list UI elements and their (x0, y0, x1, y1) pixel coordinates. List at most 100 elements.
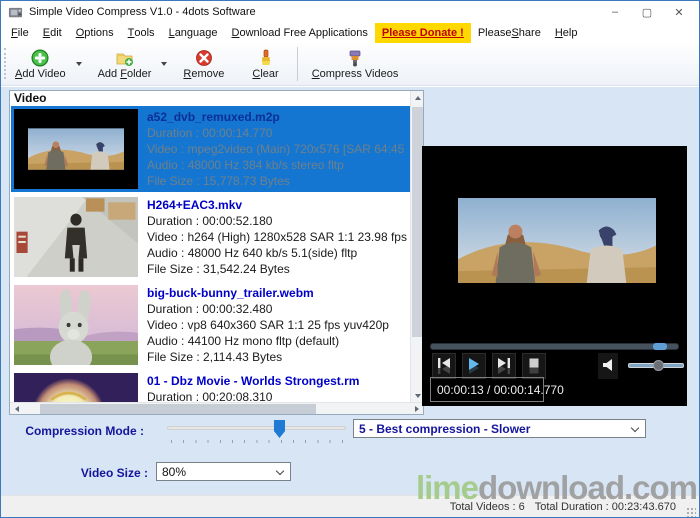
chevron-down-icon (631, 424, 639, 432)
toolbar-grip[interactable] (4, 48, 6, 79)
next-button[interactable] (492, 353, 516, 379)
arrow-down-icon (415, 394, 421, 398)
chevron-down-icon (76, 62, 82, 66)
add-folder-dropdown[interactable] (159, 49, 169, 79)
video-player: 00:00:13 / 00:00:14.770 (422, 146, 687, 406)
slider-tick-marks (171, 440, 343, 443)
main-area: Video a52_dvb_remuxed.m2p Duration : 00:… (1, 87, 699, 495)
chevron-down-icon (161, 62, 167, 66)
previous-button[interactable] (432, 353, 456, 379)
menu-please-share[interactable]: Please Share (471, 23, 548, 43)
menu-file[interactable]: File (4, 23, 36, 43)
compression-slider-thumb[interactable] (274, 420, 285, 438)
video-duration: Duration : 00:00:32.480 (147, 301, 389, 317)
horizontal-scrollbar[interactable] (10, 402, 423, 414)
seek-bar[interactable] (430, 343, 679, 350)
chevron-down-icon (276, 467, 284, 475)
add-folder-button[interactable]: Add Folder (92, 47, 158, 82)
arrow-up-icon (415, 96, 421, 100)
player-controls (432, 353, 546, 379)
remove-icon (195, 49, 213, 67)
compress-icon (346, 49, 364, 67)
video-thumbnail (14, 109, 138, 189)
add-video-dropdown[interactable] (74, 49, 84, 79)
menu-language[interactable]: Language (162, 23, 225, 43)
volume-thumb[interactable] (653, 360, 664, 371)
arrow-left-icon (15, 406, 19, 412)
video-stream-info: Video : mpeg2video (Main) 720x576 [SAR 6… (147, 141, 407, 157)
clear-button[interactable]: Clear (246, 47, 284, 82)
compression-mode-select[interactable]: 5 - Best compression - Slower (353, 419, 646, 438)
watermark-lime: lime (416, 469, 478, 506)
video-list-item-dbz[interactable]: 01 - Dbz Movie - Worlds Strongest.rm Dur… (11, 370, 410, 402)
video-size-select[interactable]: 80% (156, 462, 291, 481)
video-duration: Duration : 00:00:52.180 (147, 213, 407, 229)
video-size-value: 80% (162, 465, 186, 479)
compression-mode-label: Compression Mode : (1, 424, 144, 438)
video-list-items: a52_dvb_remuxed.m2p Duration : 00:00:14.… (11, 106, 410, 402)
toolbar: Add Video Add Folder Remove (1, 43, 699, 86)
file-size: File Size : 31,542.24 Bytes (147, 261, 407, 277)
minimize-button[interactable]: – (599, 1, 631, 23)
arrow-right-icon (415, 406, 419, 412)
video-list-item-a52[interactable]: a52_dvb_remuxed.m2p Duration : 00:00:14.… (11, 106, 410, 192)
menu-download-free-applications[interactable]: Download Free Applications (225, 23, 375, 43)
audio-stream-info: Audio : 48000 Hz 384 kb/s stereo fltp (147, 157, 407, 173)
add-video-button[interactable]: Add Video (9, 47, 72, 82)
video-title: 01 - Dbz Movie - Worlds Strongest.rm (147, 374, 407, 389)
video-title: a52_dvb_remuxed.m2p (147, 110, 407, 125)
compress-videos-button[interactable]: Compress Videos (306, 47, 405, 82)
menu-help[interactable]: Help (548, 23, 585, 43)
video-title: big-buck-bunny_trailer.webm (147, 286, 389, 301)
remove-button[interactable]: Remove (177, 47, 230, 82)
file-size: File Size : 2,114.43 Bytes (147, 349, 389, 365)
video-duration: Duration : 00:20:08.310 (147, 389, 407, 402)
audio-stream-info: Audio : 48000 Hz 640 kb/s 5.1(side) fltp (147, 245, 407, 261)
video-list: Video a52_dvb_remuxed.m2p Duration : 00:… (9, 90, 424, 415)
video-thumbnail (14, 373, 138, 402)
menu-tools[interactable]: Tools (121, 23, 162, 43)
app-icon (8, 5, 23, 20)
clear-brush-icon (257, 49, 275, 67)
video-stream-info: Video : h264 (High) 1280x528 SAR 1:1 23.… (147, 229, 407, 245)
compression-slider[interactable] (167, 426, 346, 430)
file-size: File Size : 15,778.73 Bytes (147, 173, 407, 189)
add-icon (31, 49, 49, 67)
menu-edit[interactable]: Edit (36, 23, 69, 43)
stop-button[interactable] (522, 353, 546, 379)
resize-grip-icon[interactable] (686, 507, 696, 517)
title-bar[interactable]: Simple Video Compress V1.0 - 4dots Softw… (1, 1, 699, 23)
video-thumbnail (14, 197, 138, 277)
video-thumbnail (14, 285, 138, 365)
volume-slider[interactable] (628, 363, 684, 368)
scroll-up-button[interactable] (411, 91, 424, 104)
time-display: 00:00:13 / 00:00:14.770 (430, 377, 544, 402)
video-list-header: Video (10, 91, 410, 105)
menu-bar: File Edit Options Tools Language Downloa… (1, 23, 699, 43)
video-size-label: Video Size : (1, 466, 148, 480)
play-button[interactable] (462, 353, 486, 379)
compression-mode-value: 5 - Best compression - Slower (359, 422, 530, 436)
speaker-icon (603, 359, 614, 371)
video-preview-frame (458, 198, 656, 283)
video-list-item-bunny[interactable]: big-buck-bunny_trailer.webm Duration : 0… (11, 282, 410, 368)
horizontal-scroll-thumb[interactable] (40, 404, 316, 414)
maximize-button[interactable]: ▢ (631, 1, 663, 23)
menu-options[interactable]: Options (69, 23, 121, 43)
app-window: Simple Video Compress V1.0 - 4dots Softw… (0, 0, 700, 518)
scroll-left-button[interactable] (10, 403, 23, 415)
audio-stream-info: Audio : 44100 Hz mono fltp (default) (147, 333, 389, 349)
window-title: Simple Video Compress V1.0 - 4dots Softw… (29, 6, 256, 18)
toolbar-separator (297, 47, 298, 81)
video-list-item-h264[interactable]: H264+EAC3.mkv Duration : 00:00:52.180 Vi… (11, 194, 410, 280)
seek-thumb[interactable] (653, 343, 667, 350)
folder-add-icon (116, 49, 134, 67)
menu-please-donate[interactable]: Please Donate ! (375, 23, 471, 43)
video-title: H264+EAC3.mkv (147, 198, 407, 213)
volume-button[interactable] (598, 353, 618, 379)
watermark-download: download.com (478, 469, 697, 506)
close-button[interactable]: ✕ (663, 1, 695, 23)
video-duration: Duration : 00:00:14.770 (147, 125, 407, 141)
watermark: limedownload.com (416, 469, 697, 507)
video-stream-info: Video : vp8 640x360 SAR 1:1 25 fps yuv42… (147, 317, 389, 333)
